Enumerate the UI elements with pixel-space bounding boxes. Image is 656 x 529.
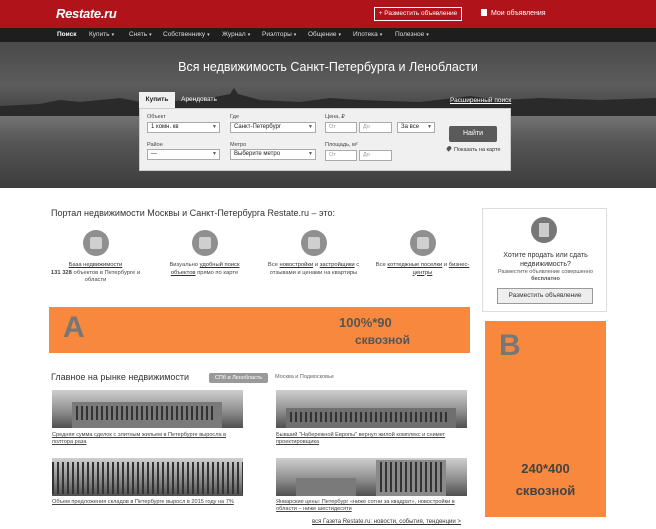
chevron-down-icon: ▼ <box>427 124 432 130</box>
price-from-input[interactable]: От <box>325 122 357 133</box>
filter-moscow[interactable]: Москва и Подмосковье <box>275 374 334 380</box>
news-caption[interactable]: Средняя сумма сделок с элитным жильем в … <box>52 432 243 446</box>
chevron-down-icon: ▾ <box>111 32 115 38</box>
feature-database: База недвижимости 131 328 объектов в Пет… <box>48 230 143 285</box>
house-icon <box>82 230 109 256</box>
ad-banner-b[interactable]: B 240*400 сквозной <box>485 321 606 517</box>
chevron-down-icon: ▾ <box>247 32 251 38</box>
object-label: Объект <box>147 114 166 120</box>
nav-journal[interactable]: Журнал ▾ <box>222 28 250 42</box>
chevron-down-icon: ▾ <box>338 32 342 38</box>
top-bar: Restate.ru + Разместить объявление Мои о… <box>0 0 656 28</box>
news-photo[interactable] <box>276 458 467 496</box>
ad-banner-a[interactable]: A 100%*90 сквозной <box>49 307 470 353</box>
metro-select[interactable]: Выберите метро ▼ <box>230 149 316 160</box>
nav-realtors[interactable]: Риэлторы ▾ <box>262 28 296 42</box>
sell-post-ad-button[interactable]: Разместить объявление <box>497 288 593 304</box>
where-label: Где <box>230 114 239 120</box>
price-to-input[interactable]: До <box>359 122 392 133</box>
nav-useful[interactable]: Полезное ▾ <box>395 28 429 42</box>
filter-spb[interactable]: СПб и Ленобласть <box>209 373 268 383</box>
news-photo[interactable] <box>52 390 243 428</box>
nav-search[interactable]: Поиск <box>57 28 77 42</box>
area-label: Площадь, м² <box>325 142 358 148</box>
chevron-down-icon: ▾ <box>207 32 210 38</box>
news-caption[interactable]: Объем предложения складов в Петербурге в… <box>52 499 243 506</box>
area-to-input[interactable]: До <box>359 150 392 161</box>
news-caption[interactable]: Январские цены: Петербург «ниже сотни за… <box>276 499 467 513</box>
chevron-down-icon: ▾ <box>379 32 383 38</box>
nav-rent[interactable]: Снять ▾ <box>129 28 152 42</box>
price-period-select[interactable]: За все ▼ <box>397 122 435 133</box>
news-title: Главное на рынке недвижимости <box>51 372 190 382</box>
area-from-input[interactable]: От <box>325 150 357 161</box>
trash-icon <box>481 9 487 16</box>
tab-rent[interactable]: Арендовать <box>176 92 222 108</box>
all-news-link[interactable]: вся Газета Restate.ru: новости, события,… <box>312 519 461 525</box>
map-pin-icon <box>191 230 218 256</box>
chevron-down-icon: ▼ <box>212 151 217 157</box>
my-ads-link[interactable]: Мои объявления <box>481 8 546 20</box>
district-select[interactable]: — ▼ <box>147 149 220 160</box>
tab-buy[interactable]: Купить <box>139 92 175 108</box>
chevron-down-icon: ▼ <box>308 151 313 157</box>
nav-community[interactable]: Общение ▾ <box>308 28 341 42</box>
chevron-down-icon: ▼ <box>308 124 313 130</box>
district-label: Район <box>147 142 163 148</box>
map-pin-icon <box>445 145 453 152</box>
chevron-down-icon: ▾ <box>293 32 297 38</box>
nav-mortgage[interactable]: Ипотека ▾ <box>353 28 382 42</box>
nav-owner[interactable]: Собственнику ▾ <box>163 28 210 42</box>
news-photo[interactable] <box>52 458 243 496</box>
cottage-icon <box>409 230 436 256</box>
feature-cottages: Все коттеджные поселки и бизнес-центры <box>375 230 470 277</box>
sell-subtitle: Разместите объявление совершенно бесплатн… <box>498 269 593 282</box>
portal-title: Портал недвижимости Москвы и Санкт-Петер… <box>51 208 335 218</box>
nav-buy[interactable]: Купить ▾ <box>89 28 114 42</box>
hero-title: Вся недвижимость Санкт-Петербурга и Лено… <box>178 60 478 74</box>
chevron-down-icon: ▼ <box>212 124 217 130</box>
show-on-map-link[interactable]: Показать на карте <box>445 145 501 153</box>
site-logo[interactable]: Restate.ru <box>56 6 117 21</box>
news-photo[interactable] <box>276 390 467 428</box>
object-select[interactable]: 1 комн. кв ▼ <box>147 122 220 133</box>
where-select[interactable]: Санкт-Петербург ▼ <box>230 122 316 133</box>
metro-label: Метро <box>230 142 247 148</box>
feature-map-search: Визуально удобный поиск объектов прямо п… <box>157 230 252 277</box>
find-button[interactable]: Найти <box>449 126 497 142</box>
price-label: Цена, ₽ <box>325 114 345 120</box>
chevron-down-icon: ▾ <box>149 32 152 38</box>
sell-title: Хотите продать или сдать недвижимость? <box>503 252 588 268</box>
main-nav: Поиск Купить ▾ Снять ▾ Собственнику ▾ Журна… <box>0 28 656 42</box>
crane-icon <box>300 230 327 256</box>
document-icon <box>531 217 557 243</box>
sell-card: Хотите продать или сдать недвижимость? Р… <box>482 208 607 312</box>
advanced-search-link[interactable]: Расширенный поиск <box>450 97 511 104</box>
chevron-down-icon: ▾ <box>426 32 429 38</box>
post-ad-button[interactable]: + Разместить объявление <box>374 7 462 21</box>
feature-new-buildings: Все новостройки и застройщики с отзывами… <box>266 230 361 277</box>
news-caption[interactable]: Бывший "Набережной Европы" вернул жилой … <box>276 432 467 446</box>
